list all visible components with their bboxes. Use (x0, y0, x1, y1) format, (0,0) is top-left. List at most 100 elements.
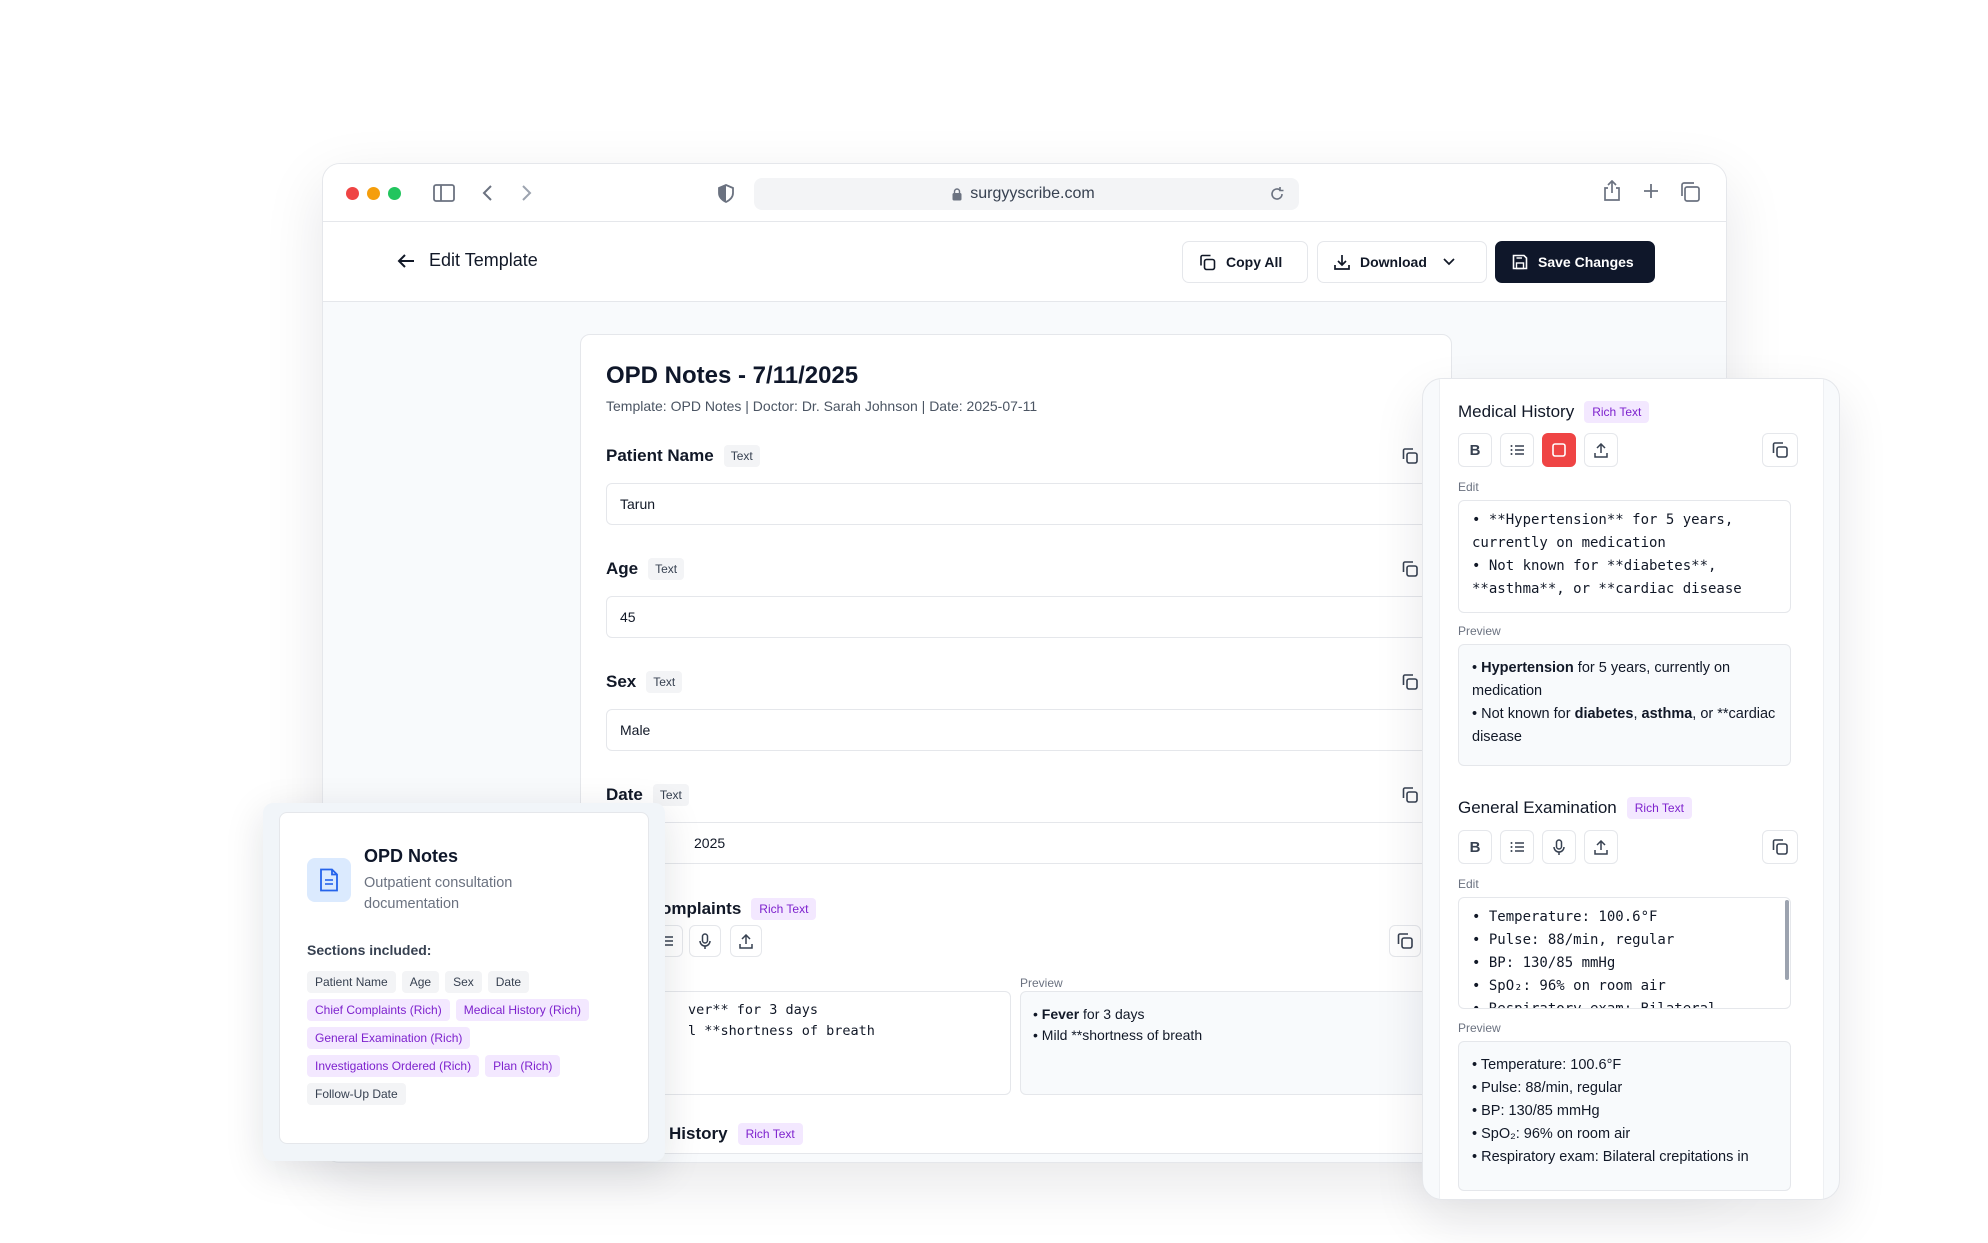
maximize-window-button[interactable] (388, 187, 401, 200)
section-chip: Age (401, 971, 440, 993)
preview-label: Preview (1020, 976, 1063, 990)
upload-button[interactable] (730, 925, 762, 957)
microphone-button[interactable] (689, 925, 721, 957)
chief-complaints-editor[interactable]: ver** for 3 days l **shortness of breath (606, 991, 1011, 1095)
field-label-patient-name: Patient Name Text (606, 445, 760, 467)
save-icon (1512, 254, 1528, 270)
chevron-down-icon (1443, 258, 1455, 266)
rich-text-badge: Rich Text (737, 1123, 803, 1145)
stop-recording-button[interactable] (1542, 433, 1576, 467)
bold-icon: B (1469, 838, 1481, 856)
microphone-icon (699, 932, 711, 949)
field-label-age: Age Text (606, 558, 685, 580)
reload-icon[interactable] (1269, 186, 1285, 202)
download-button[interactable]: Download (1317, 241, 1487, 283)
upload-icon (1594, 442, 1608, 458)
document-title: OPD Notes - 7/11/2025 (606, 362, 859, 389)
copy-field-button[interactable] (1389, 925, 1421, 957)
bold-icon: B (1469, 441, 1481, 459)
edit-label: Edit (1458, 480, 1479, 494)
general-examination-editor[interactable]: • Temperature: 100.6°F • Pulse: 88/min, … (1458, 897, 1791, 1009)
list-icon (1510, 842, 1524, 852)
close-window-button[interactable] (346, 187, 359, 200)
upload-button[interactable] (1584, 830, 1618, 864)
copy-field-icon[interactable] (1401, 560, 1419, 578)
field-label-sex: Sex Text (606, 671, 683, 693)
shield-icon[interactable] (718, 184, 734, 203)
document-icon (307, 858, 351, 902)
sidebar-toggle-icon[interactable] (433, 184, 455, 202)
microphone-button[interactable] (1542, 830, 1576, 864)
template-description: Outpatient consultation documentation (364, 875, 513, 912)
age-input[interactable]: 45 (606, 596, 1451, 638)
medical-history-editor[interactable]: • **Hypertension** for 5 years, currentl… (1458, 500, 1791, 613)
preview-label: Preview (1458, 624, 1501, 638)
document-subtitle: Template: OPD Notes | Doctor: Dr. Sarah … (606, 398, 1038, 414)
copy-icon (1772, 839, 1788, 855)
upload-button[interactable] (1584, 433, 1618, 467)
rich-text-badge: Rich Text (1584, 401, 1650, 423)
minimize-window-button[interactable] (367, 187, 380, 200)
edit-label: Edit (1458, 877, 1479, 891)
sections-list: Patient Name Age Sex Date Chief Complaints (… (307, 971, 627, 1105)
new-tab-icon[interactable] (1643, 183, 1659, 199)
list-icon (1510, 445, 1524, 455)
save-changes-button[interactable]: Save Changes (1495, 241, 1655, 283)
sex-input[interactable]: Male (606, 709, 1451, 751)
copy-icon (1199, 254, 1216, 271)
preview-label: Preview (1458, 1021, 1501, 1035)
preview-bold: Hypertension (1481, 660, 1574, 676)
medical-history-preview: • Hypertension for 5 years, currently on… (1458, 644, 1791, 766)
section-chip: Date (487, 971, 530, 993)
share-icon[interactable] (1603, 180, 1621, 202)
download-icon (1334, 254, 1350, 270)
rich-text-badge: Rich Text (751, 898, 817, 920)
template-card[interactable]: OPD Notes Outpatient consultation docume… (279, 812, 649, 1144)
copy-field-icon[interactable] (1401, 786, 1419, 804)
section-chip: Chief Complaints (Rich) (307, 999, 450, 1021)
section-chip: Patient Name (307, 971, 396, 993)
section-chip: General Examination (Rich) (307, 1027, 471, 1049)
section-chip: Medical History (Rich) (455, 999, 590, 1021)
copy-field-icon[interactable] (1401, 447, 1419, 465)
type-badge: Text (648, 558, 685, 580)
bold-button[interactable]: B (1458, 830, 1492, 864)
copy-field-icon[interactable] (1401, 673, 1419, 691)
side-panel: Medical History Rich Text B Edit • **Hyp… (1422, 378, 1840, 1200)
medical-history-title: Medical History Rich Text (1458, 401, 1650, 423)
patient-name-input[interactable]: Tarun (606, 483, 1451, 525)
type-badge: Text (646, 671, 683, 693)
general-examination-preview: • Temperature: 100.6°F • Pulse: 88/min, … (1458, 1041, 1791, 1191)
upload-icon (1594, 839, 1608, 855)
section-chip: Investigations Ordered (Rich) (307, 1055, 480, 1077)
browser-titlebar: surgyyscribe.com (323, 164, 1726, 222)
copy-section-button[interactable] (1762, 830, 1798, 864)
copy-section-button[interactable] (1762, 433, 1798, 467)
forward-nav-icon[interactable] (521, 184, 533, 202)
page-title: Edit Template (429, 250, 538, 270)
arrow-left-icon (397, 253, 415, 269)
list-button[interactable] (1500, 433, 1534, 467)
field-label-chief-complaints: omplaints Rich Text (661, 898, 817, 920)
list-button[interactable] (1500, 830, 1534, 864)
general-examination-title: General Examination Rich Text (1458, 797, 1692, 819)
microphone-icon (1553, 838, 1565, 855)
back-nav-icon[interactable] (481, 184, 493, 202)
sections-label: Sections included: (307, 942, 432, 958)
copy-icon (1772, 442, 1788, 458)
chief-complaints-preview: • Fever for 3 days • Mild **shortness of… (1020, 991, 1451, 1095)
url-text: surgyyscribe.com (970, 185, 1095, 202)
section-chip: Follow-Up Date (307, 1083, 406, 1105)
side-panel-content: Medical History Rich Text B Edit • **Hyp… (1439, 379, 1824, 1199)
upload-icon (739, 933, 753, 949)
bold-button[interactable]: B (1458, 433, 1492, 467)
type-badge: Text (723, 445, 760, 467)
editor-scrollbar[interactable] (1785, 900, 1789, 980)
copy-all-button[interactable]: Copy All (1182, 241, 1308, 283)
date-input[interactable]: 2025 (606, 822, 1451, 864)
stop-icon (1552, 443, 1566, 457)
address-bar[interactable]: surgyyscribe.com (754, 178, 1299, 210)
document-card: OPD Notes - 7/11/2025 Template: OPD Note… (580, 334, 1452, 1154)
tab-overview-icon[interactable] (1680, 182, 1700, 202)
back-button[interactable]: Edit Template (397, 250, 538, 271)
